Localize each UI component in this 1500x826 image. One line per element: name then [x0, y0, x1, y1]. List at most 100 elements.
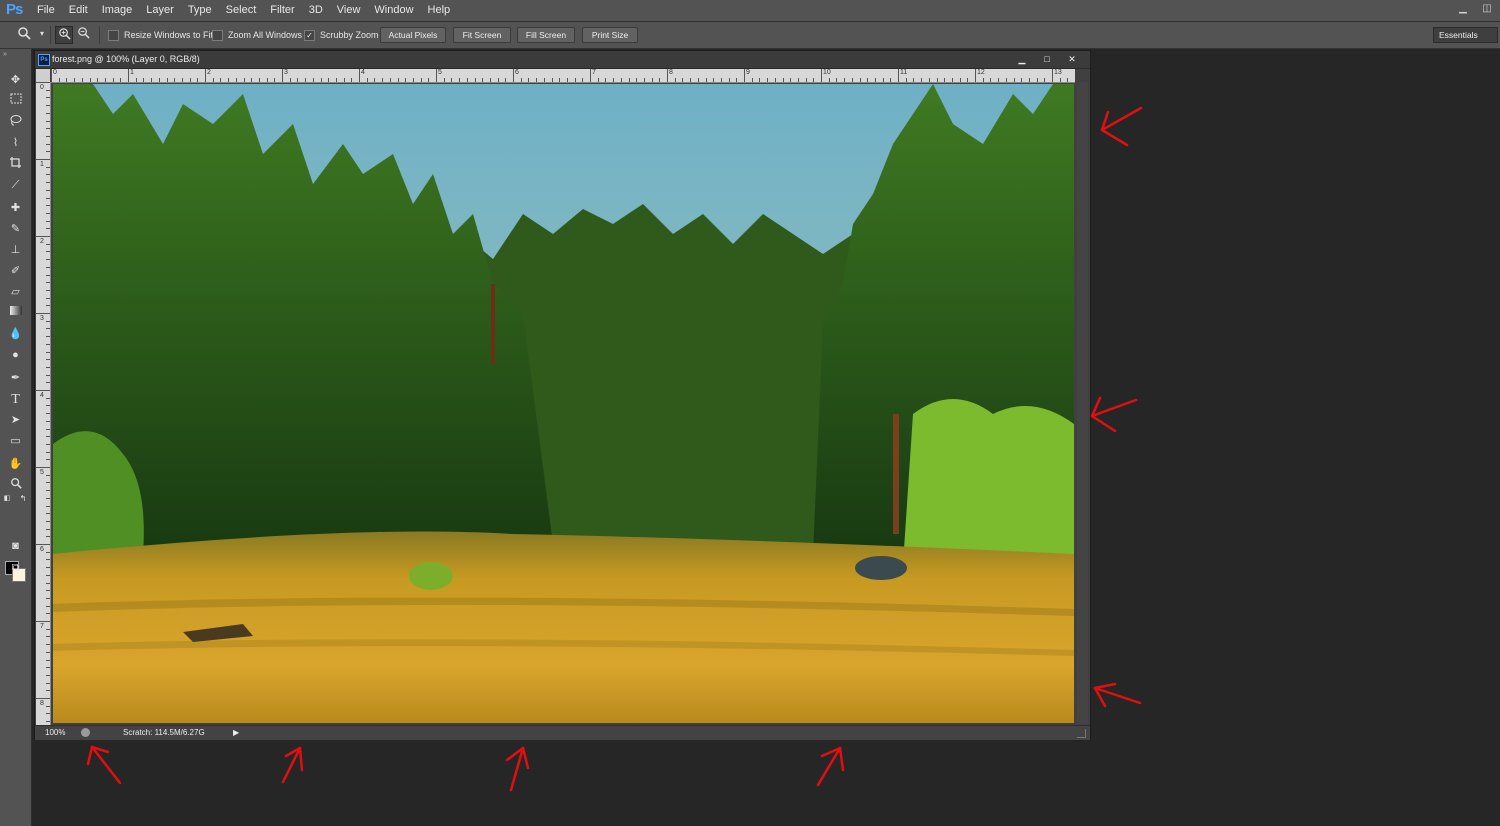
actual-pixels-button[interactable]: Actual Pixels	[380, 27, 446, 43]
ruler-tick	[1028, 78, 1030, 82]
fit-screen-button[interactable]: Fit Screen	[453, 27, 511, 43]
ruler-tick	[135, 78, 137, 82]
app-restore-icon[interactable]: ◫	[1480, 2, 1494, 16]
ruler-label: 8	[40, 700, 44, 707]
gradient-icon[interactable]	[7, 305, 24, 322]
document-minimize-icon[interactable]: ▁	[1012, 52, 1032, 66]
print-size-button[interactable]: Print Size	[582, 27, 638, 43]
ruler-tick	[1021, 78, 1023, 82]
blur-icon[interactable]: 💧	[7, 326, 24, 343]
ruler-tick	[736, 78, 738, 82]
menu-type[interactable]: Type	[181, 0, 219, 21]
type-icon[interactable]: T	[7, 391, 24, 408]
default-colors-icon[interactable]: ◧	[3, 495, 11, 503]
ruler-tick	[46, 289, 50, 291]
zoom-tool-preset-icon[interactable]	[16, 26, 32, 42]
ruler-tick	[1005, 78, 1007, 82]
ruler-tick	[46, 343, 50, 345]
ruler-tick	[235, 78, 237, 82]
resize-windows-checkbox[interactable]: Resize Windows to Fit	[108, 28, 213, 42]
marquee-icon[interactable]	[7, 93, 24, 110]
ruler-tick	[36, 159, 50, 160]
quick-select-icon[interactable]: ⌇	[7, 135, 24, 152]
zoom-out-icon[interactable]	[75, 26, 91, 42]
ruler-tick	[821, 69, 822, 82]
menu-help[interactable]: Help	[421, 0, 458, 21]
ruler-tick	[46, 443, 50, 445]
ruler-tick	[46, 705, 50, 707]
vertical-scrollbar[interactable]	[1077, 82, 1088, 725]
zoom-all-windows-checkbox[interactable]: Zoom All Windows	[212, 28, 302, 42]
ruler-tick	[36, 621, 50, 622]
horizontal-ruler[interactable]: 0 1 2 3 4 5 6 7 8 9 10 11 12 13	[51, 69, 1075, 83]
annotation-arrow-icon	[505, 746, 530, 792]
menu-filter[interactable]: Filter	[263, 0, 301, 21]
ruler-tick	[128, 69, 129, 82]
crop-icon[interactable]	[7, 156, 24, 173]
ruler-tick	[867, 78, 869, 82]
quick-mask-icon[interactable]: ◙	[7, 538, 24, 555]
vertical-ruler[interactable]: 0 1 2 3 4 5 6 7 8	[36, 82, 51, 725]
document-tab[interactable]: Ps forest.png @ 100% (Layer 0, RGB/8) ▁ …	[35, 51, 1090, 69]
ruler-tick	[328, 78, 330, 82]
ruler-tick	[46, 220, 50, 222]
status-info-icon[interactable]	[81, 728, 90, 737]
scrubby-zoom-checkbox[interactable]: ✓ Scrubby Zoom	[304, 28, 379, 42]
menu-layer[interactable]: Layer	[139, 0, 181, 21]
menu-view[interactable]: View	[330, 0, 368, 21]
chevron-down-icon[interactable]: ▾	[34, 26, 50, 42]
menu-image[interactable]: Image	[95, 0, 140, 21]
status-menu-arrow-icon[interactable]: ▶	[233, 726, 239, 739]
shape-icon[interactable]: ▭	[7, 433, 24, 450]
document-maximize-icon[interactable]: □	[1037, 52, 1057, 66]
ruler-tick	[46, 174, 50, 176]
zoom-icon[interactable]	[7, 477, 24, 494]
ruler-label: 4	[361, 69, 365, 76]
ruler-tick	[405, 78, 407, 82]
menu-file[interactable]: File	[30, 0, 62, 21]
ruler-tick	[482, 78, 484, 82]
document-close-icon[interactable]: ✕	[1062, 52, 1082, 66]
ruler-tick	[282, 69, 283, 82]
lasso-icon[interactable]	[7, 114, 24, 131]
menu-window[interactable]: Window	[367, 0, 420, 21]
ruler-tick	[751, 78, 753, 82]
ruler-tick	[46, 582, 50, 584]
ruler-origin[interactable]	[36, 69, 50, 82]
divider	[50, 26, 51, 44]
panel-collapse-icon[interactable]: »	[3, 51, 7, 58]
ruler-tick	[990, 78, 992, 82]
resize-grip-icon[interactable]	[1077, 729, 1086, 738]
screen-mode-icon[interactable]: ⧉	[7, 560, 24, 577]
fill-screen-button[interactable]: Fill Screen	[517, 27, 575, 43]
history-brush-icon[interactable]: ✐	[7, 263, 24, 280]
dodge-icon[interactable]: ●	[7, 347, 24, 364]
menu-edit[interactable]: Edit	[62, 0, 95, 21]
zoom-level[interactable]: 100%	[45, 726, 65, 739]
ruler-tick	[46, 520, 50, 522]
path-select-icon[interactable]: ➤	[7, 412, 24, 429]
brush-icon[interactable]: ✎	[7, 221, 24, 238]
swap-colors-icon[interactable]: ↰	[19, 495, 27, 503]
ruler-tick	[813, 78, 815, 82]
healing-brush-icon[interactable]: ✚	[7, 200, 24, 217]
pen-icon[interactable]: ✒	[7, 370, 24, 387]
hand-icon[interactable]: ✋	[7, 456, 24, 473]
eraser-icon[interactable]: ▱	[7, 284, 24, 301]
eyedropper-icon[interactable]: ⟋	[7, 177, 24, 194]
app-minimize-icon[interactable]: ▁	[1456, 2, 1470, 16]
ruler-tick	[46, 574, 50, 576]
annotation-arrow-icon	[86, 745, 122, 785]
menu-select[interactable]: Select	[219, 0, 264, 21]
zoom-in-icon[interactable]	[55, 26, 73, 44]
image-canvas[interactable]	[53, 84, 1074, 723]
ruler-tick	[998, 78, 1000, 82]
clone-stamp-icon[interactable]: ⊥	[7, 242, 24, 259]
ruler-tick	[836, 78, 838, 82]
menu-3d[interactable]: 3D	[302, 0, 330, 21]
move-icon[interactable]: ✥	[7, 72, 24, 89]
ruler-tick	[443, 78, 445, 82]
ruler-tick	[46, 405, 50, 407]
workspace-select[interactable]: Essentials	[1433, 27, 1498, 43]
checkbox-box	[212, 29, 223, 41]
